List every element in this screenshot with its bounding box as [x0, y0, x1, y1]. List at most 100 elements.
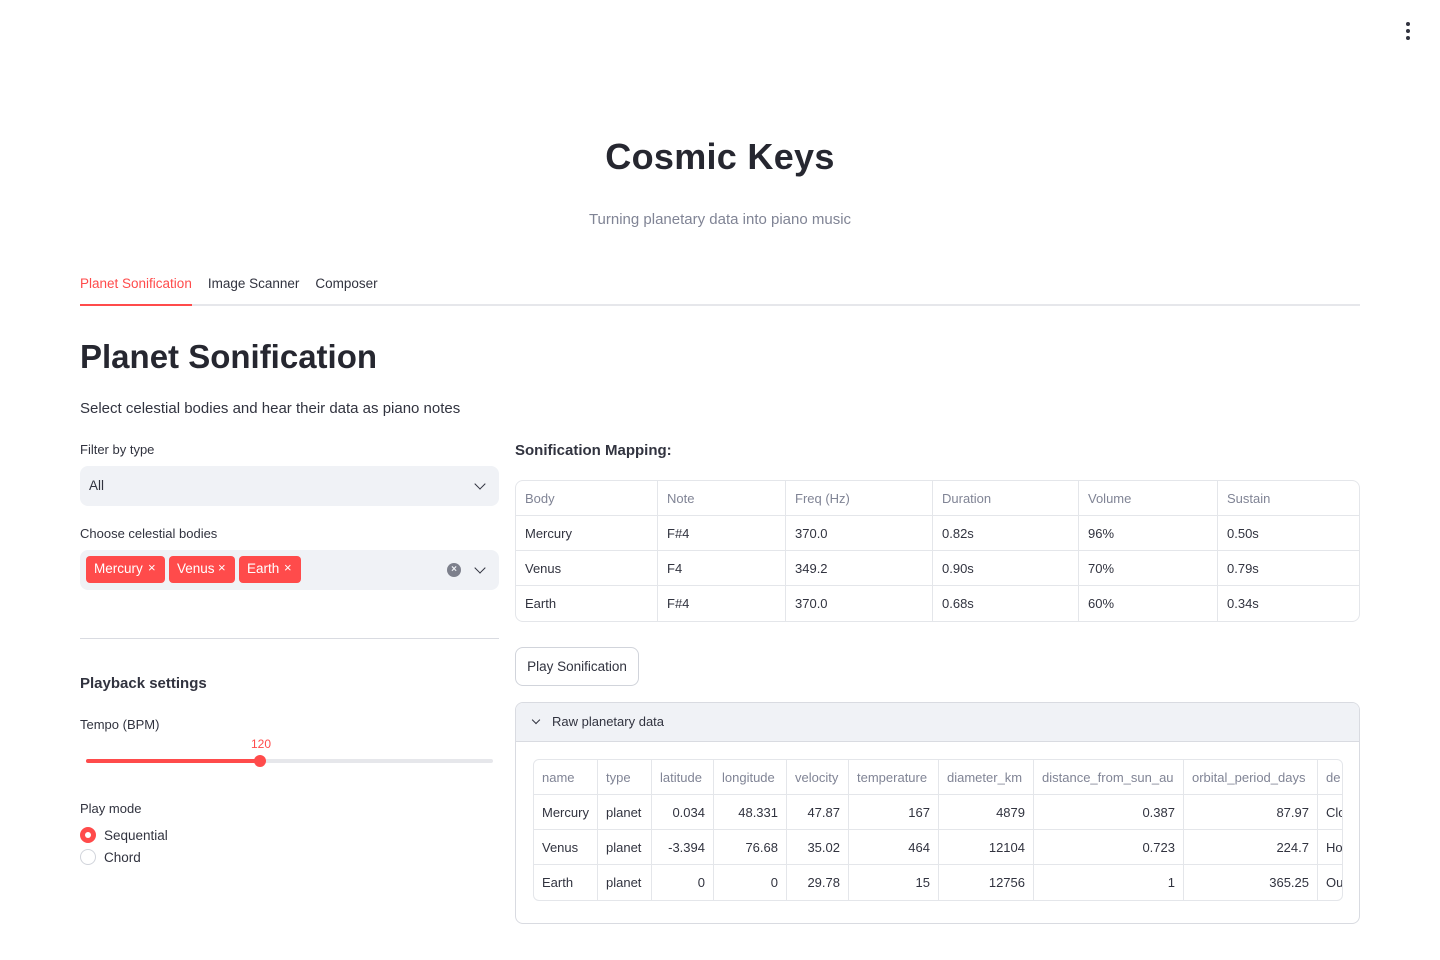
table-cell[interactable]: 370.0 [786, 586, 933, 621]
table-cell[interactable]: 349.2 [786, 551, 933, 586]
table-cell[interactable]: Earth [516, 586, 658, 621]
table-cell[interactable]: 365.25 [1184, 865, 1318, 900]
table-cell[interactable]: Mercury [534, 795, 598, 830]
column-header[interactable]: Freq (Hz) [786, 481, 933, 516]
column-header[interactable]: name [534, 760, 598, 795]
table-cell[interactable]: -3.394 [652, 830, 714, 865]
table-cell[interactable]: 0.34s [1218, 586, 1359, 621]
table-cell[interactable]: Venus [516, 551, 658, 586]
mapping-table[interactable]: Body Note Freq (Hz) Duration Volume Sust… [515, 480, 1360, 622]
main-menu-button[interactable] [1396, 20, 1420, 42]
table-cell[interactable]: 4879 [939, 795, 1034, 830]
table-cell[interactable]: 96% [1079, 516, 1218, 551]
radio-chord[interactable]: Chord [80, 848, 141, 866]
table-cell[interactable]: 35.02 [787, 830, 849, 865]
table-header-row: Body Note Freq (Hz) Duration Volume Sust… [516, 481, 1359, 516]
table-cell[interactable]: 224.7 [1184, 830, 1318, 865]
table-cell[interactable]: 60% [1079, 586, 1218, 621]
table-cell[interactable]: 0.034 [652, 795, 714, 830]
column-header[interactable]: velocity [787, 760, 849, 795]
tempo-slider-fill [86, 759, 260, 763]
table-cell[interactable]: 15 [849, 865, 939, 900]
page-title: Planet Sonification [80, 338, 378, 375]
table-cell[interactable]: 464 [849, 830, 939, 865]
column-header[interactable]: orbital_period_days [1184, 760, 1318, 795]
table-cell[interactable]: 0.82s [933, 516, 1079, 551]
table-cell[interactable]: 48.331 [714, 795, 787, 830]
clear-circle-icon[interactable]: × [447, 563, 461, 577]
close-icon[interactable]: × [218, 560, 226, 575]
table-cell[interactable]: Ou [1318, 865, 1342, 900]
play-sonification-button[interactable]: Play Sonification [515, 647, 639, 686]
playback-heading: Playback settings [80, 675, 207, 692]
table-cell[interactable]: 0.79s [1218, 551, 1359, 586]
column-header[interactable]: de [1318, 760, 1342, 795]
radio-label: Sequential [104, 827, 168, 843]
table-cell[interactable]: planet [598, 865, 652, 900]
column-header[interactable]: Note [658, 481, 786, 516]
column-header[interactable]: longitude [714, 760, 787, 795]
table-cell[interactable]: 70% [1079, 551, 1218, 586]
column-header[interactable]: Body [516, 481, 658, 516]
table-cell[interactable]: 370.0 [786, 516, 933, 551]
tempo-slider[interactable] [86, 755, 493, 767]
table-cell[interactable]: 0 [714, 865, 787, 900]
tab-image-scanner[interactable]: Image Scanner [208, 268, 300, 306]
chip-label: Earth [247, 561, 280, 576]
column-header[interactable]: temperature [849, 760, 939, 795]
filter-type-value: All [89, 478, 105, 493]
radio-sequential[interactable]: Sequential [80, 826, 168, 844]
table-cell[interactable]: 0.387 [1034, 795, 1184, 830]
table-cell[interactable]: 1 [1034, 865, 1184, 900]
tab-planet-sonification[interactable]: Planet Sonification [80, 268, 192, 306]
close-icon[interactable]: × [284, 560, 292, 575]
table-cell[interactable]: 0.90s [933, 551, 1079, 586]
table-cell[interactable]: 0 [652, 865, 714, 900]
table-cell[interactable]: F4 [658, 551, 786, 586]
column-header[interactable]: diameter_km [939, 760, 1034, 795]
table-cell[interactable]: Earth [534, 865, 598, 900]
table-cell[interactable]: 167 [849, 795, 939, 830]
table-cell[interactable]: Ho [1318, 830, 1342, 865]
table-cell[interactable]: 12104 [939, 830, 1034, 865]
column-header[interactable]: distance_from_sun_au [1034, 760, 1184, 795]
column-header[interactable]: Duration [933, 481, 1079, 516]
table-cell[interactable]: planet [598, 795, 652, 830]
table-cell[interactable]: Venus [534, 830, 598, 865]
column-header[interactable]: Sustain [1218, 481, 1359, 516]
table-cell[interactable]: F#4 [658, 516, 786, 551]
chip-venus[interactable]: Venus × [169, 556, 235, 583]
table-cell[interactable]: 0.723 [1034, 830, 1184, 865]
radio-empty-icon [80, 849, 96, 865]
app-title: Cosmic Keys [605, 136, 835, 177]
table-cell[interactable]: 0.68s [933, 586, 1079, 621]
column-header[interactable]: type [598, 760, 652, 795]
filter-type-select[interactable]: All [80, 466, 499, 506]
chip-earth[interactable]: Earth × [239, 556, 301, 583]
table-cell[interactable]: 0.50s [1218, 516, 1359, 551]
column-header[interactable]: Volume [1079, 481, 1218, 516]
raw-data-expander: Raw planetary data name type latitude lo… [515, 702, 1360, 924]
chevron-down-icon[interactable] [474, 562, 486, 574]
chevron-down-icon [531, 715, 541, 725]
table-cell[interactable]: planet [598, 830, 652, 865]
bodies-multiselect[interactable]: Mercury × Venus × Earth × × [80, 550, 499, 590]
raw-data-expander-header[interactable]: Raw planetary data [516, 703, 1359, 742]
table-cell[interactable]: Clo [1318, 795, 1342, 830]
tab-bar: Planet Sonification Image Scanner Compos… [80, 268, 1360, 306]
table-cell[interactable]: 47.87 [787, 795, 849, 830]
chip-mercury[interactable]: Mercury × [86, 556, 165, 583]
close-icon[interactable]: × [148, 560, 156, 575]
table-cell[interactable]: 29.78 [787, 865, 849, 900]
table-cell[interactable]: Mercury [516, 516, 658, 551]
table-cell[interactable]: F#4 [658, 586, 786, 621]
table-cell[interactable]: 87.97 [1184, 795, 1318, 830]
table-cell[interactable]: 76.68 [714, 830, 787, 865]
raw-data-table[interactable]: name type latitude longitude velocity te… [533, 759, 1343, 901]
table-cell[interactable]: 12756 [939, 865, 1034, 900]
chevron-down-icon [474, 478, 486, 490]
tab-composer[interactable]: Composer [315, 268, 377, 306]
tempo-slider-thumb[interactable] [254, 755, 266, 767]
column-header[interactable]: latitude [652, 760, 714, 795]
table-row: Earth planet 0 0 29.78 15 12756 1 365.25… [534, 865, 1342, 900]
